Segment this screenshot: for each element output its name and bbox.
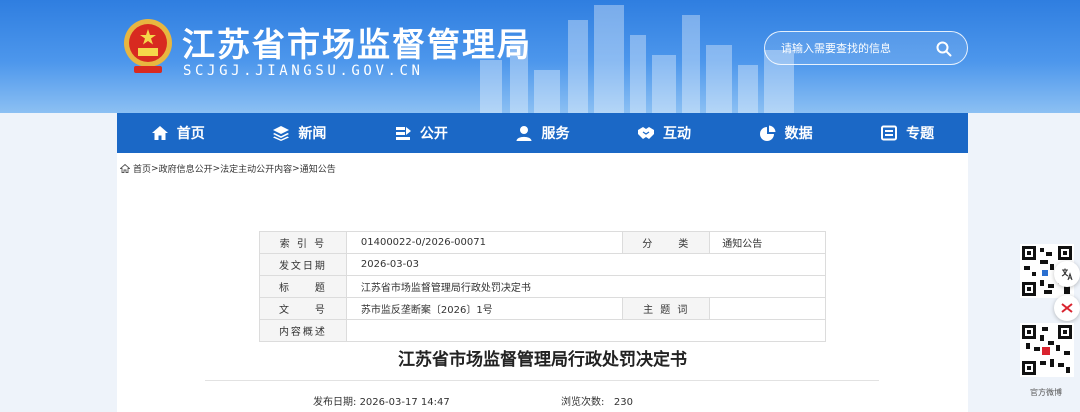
table-row: 发文日期 2026-03-03 [259,253,827,276]
docno-value: 苏市监反垄断案〔2026〕1号 [345,297,624,320]
search-input[interactable] [781,39,931,57]
user-icon [516,126,532,141]
home-icon [151,126,168,140]
table-row: 索 引 号 01400022-0/2026-00071 分 类 通知公告 [259,231,826,254]
qr-label-weibo: 官方微博 [1030,388,1062,397]
search-box[interactable] [764,31,968,65]
nav-item-interact[interactable]: 互动 [603,113,725,153]
nav-item-home[interactable]: 首页 [117,113,239,153]
nav-item-news[interactable]: 新闻 [239,113,361,153]
views-label: 浏览次数: [561,397,605,408]
pie-chart-icon [759,125,776,141]
views-count: 230 [613,397,634,408]
nav-label: 互动 [663,126,692,142]
translate-button[interactable] [1054,261,1080,287]
site-domain: SCJGJ.JIANGSU.GOV.CN [183,63,424,79]
category-value: 通知公告 [709,231,826,254]
category-label: 分 类 [622,231,711,254]
subject-label: 标 题 [259,275,347,298]
table-row: 内容概述 [259,319,827,342]
nav-label: 服务 [541,126,570,142]
content-panel: 首页 > 政府信息公开 > 法定主动公开内容 > 通知公告 索 引 号 0140… [117,153,968,412]
index-label: 索 引 号 [259,231,347,254]
view-count-info: 浏览次数: 230 [561,393,633,408]
publish-info: 发布日期: 2026-03-17 14:47 [313,393,450,408]
publish-date: 2026-03-17 14:47 [359,397,450,408]
nav-label: 专题 [906,126,935,142]
keyword-label: 主 题 词 [622,297,711,320]
weibo-qr-code-icon[interactable] [1020,323,1074,377]
breadcrumb-home[interactable]: 首页 [133,162,151,175]
docno-label: 文 号 [259,297,347,320]
nav-label: 数据 [784,126,813,142]
summary-value [345,319,827,342]
nav-item-service[interactable]: 服务 [482,113,604,153]
breadcrumb-statutory[interactable]: 法定主动公开内容 [220,162,292,175]
nav-label: 首页 [176,126,205,142]
app-logo-button[interactable] [1054,295,1080,321]
breadcrumb-gov-info[interactable]: 政府信息公开 [159,162,213,175]
nav-label: 公开 [419,126,448,142]
nav-label: 新闻 [298,126,327,142]
search-icon[interactable] [935,40,953,58]
national-emblem-icon [124,19,172,73]
main-nav: 首页 新闻 公开 服务 互动 数据 专题 [117,113,968,153]
translate-icon [1061,268,1073,281]
table-row: 文 号 苏市监反垄断案〔2026〕1号 主 题 词 [259,297,826,320]
summary-label: 内容概述 [259,319,347,342]
breadcrumb-separator: > [292,163,300,174]
date-value: 2026-03-03 [345,253,827,276]
breadcrumb: 首页 > 政府信息公开 > 法定主动公开内容 > 通知公告 [120,162,336,175]
open-icon [395,127,411,140]
nav-item-topic[interactable]: 专题 [846,113,968,153]
nav-item-open[interactable]: 公开 [360,113,482,153]
date-label: 发文日期 [259,253,347,276]
table-row: 标 题 江苏省市场监督管理局行政处罚决定书 [259,275,827,298]
publish-label: 发布日期: [313,397,357,408]
side-float-panel: 官方微博 [1018,241,1080,412]
nav-item-data[interactable]: 数据 [725,113,847,153]
breadcrumb-separator: > [151,163,159,174]
site-title: 江苏省市场监督管理局 [182,25,532,64]
monitor-icon [881,125,898,141]
handshake-icon [638,127,655,139]
subject-value: 江苏省市场监督管理局行政处罚决定书 [345,275,827,298]
layers-icon [273,126,290,141]
breadcrumb-separator: > [212,163,221,174]
document-title: 江苏省市场监督管理局行政处罚决定书 [398,350,687,370]
keyword-value [709,297,826,320]
title-divider [205,380,879,381]
home-icon [120,164,130,173]
breadcrumb-notice[interactable]: 通知公告 [300,162,336,175]
site-banner: 江苏省市场监督管理局 SCJGJ.JIANGSU.GOV.CN [0,0,1080,113]
document-meta-table: 索 引 号 01400022-0/2026-00071 分 类 通知公告 发文日… [259,231,827,342]
app-logo-icon [1061,303,1073,313]
index-value: 01400022-0/2026-00071 [345,231,624,254]
